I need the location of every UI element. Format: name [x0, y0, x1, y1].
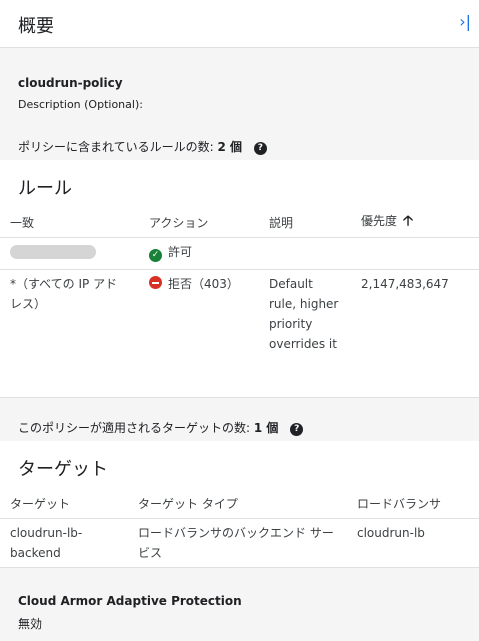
last-page-icon[interactable]: ›| [459, 12, 471, 31]
adaptive-protection-value: 無効 [18, 617, 43, 631]
target-lb-cell: cloudrun-lb [347, 518, 479, 568]
help-icon[interactable]: ? [253, 142, 267, 155]
targets-header-row: ターゲット ターゲット タイプ ロードバランサ [0, 488, 479, 519]
target-type-cell: ロードバランサのバックエンド サービス [128, 518, 347, 568]
column-header-action[interactable]: アクション [139, 207, 259, 238]
rule-action-cell: ✓ 許可 [139, 237, 259, 270]
priority-header-label: 優先度 [361, 214, 398, 228]
rule-description: Default rule, higher priority overrides … [269, 277, 339, 351]
column-header-match[interactable]: 一致 [0, 207, 139, 238]
rule-match-cell: *（すべての IP アドレス） [0, 269, 139, 398]
column-header-description[interactable]: 説明 [259, 207, 351, 238]
rule-match-cell [0, 237, 139, 270]
rule-description-cell [259, 237, 351, 270]
target-name-cell: cloudrun-lb-backend [0, 518, 128, 568]
policy-overview-panel: 概要 ›| cloudrun-policy Description (Optio… [0, 0, 479, 641]
column-header-priority[interactable]: 優先度 🡡 [351, 207, 479, 238]
targets-section-header: ターゲット [0, 441, 479, 489]
adaptive-protection-title: Cloud Armor Adaptive Protection [18, 594, 242, 608]
rules-section-header: ルール [0, 160, 479, 208]
column-header-target[interactable]: ターゲット [0, 488, 128, 519]
rule-description-cell: Default rule, higher priority overrides … [259, 269, 351, 398]
help-icon[interactable]: ? [290, 423, 304, 436]
rule-priority: 2,147,483,647 [361, 277, 449, 291]
target-type: ロードバランサのバックエンド サービス [138, 526, 334, 560]
deny-icon [149, 276, 162, 289]
rules-table: 一致 アクション 説明 優先度 🡡 ✓ 許可 *（すべての IP アドレス） 拒否（… [0, 207, 479, 398]
rules-title: ルール [18, 178, 72, 199]
column-header-target-type[interactable]: ターゲット タイプ [128, 488, 347, 519]
rules-count-label: ポリシーに含まれているルールの数: [18, 140, 214, 154]
targets-count-label: このポリシーが適用されるターゲットの数: [18, 421, 251, 435]
rule-action-cell: 拒否（403） [139, 269, 259, 398]
table-row[interactable]: cloudrun-lb-backend ロードバランサのバックエンド サービス … [0, 518, 479, 568]
panel-header: 概要 ›| [0, 0, 479, 48]
targets-title: ターゲット [18, 459, 108, 480]
targets-count: このポリシーが適用されるターゲットの数: 1 個 ? [18, 419, 304, 436]
targets-table: ターゲット ターゲット タイプ ロードバランサ cloudrun-lb-back… [0, 488, 479, 568]
rule-priority-cell: 2,147,483,647 [351, 269, 479, 398]
check-circle-icon: ✓ [149, 249, 162, 262]
rule-priority-cell [351, 237, 479, 270]
target-load-balancer: cloudrun-lb [357, 526, 425, 540]
rules-count-value: 2 個 [217, 140, 243, 154]
column-header-load-balancer[interactable]: ロードバランサ [347, 488, 479, 519]
targets-count-value: 1 個 [253, 421, 279, 435]
table-row[interactable]: ✓ 許可 [0, 237, 479, 270]
description-label: Description (Optional): [18, 98, 143, 111]
rule-action: 許可 [168, 245, 193, 259]
table-row[interactable]: *（すべての IP アドレス） 拒否（403） Default rule, hi… [0, 269, 479, 398]
rule-match: *（すべての IP アドレス） [10, 277, 118, 311]
rules-header-row: 一致 アクション 説明 優先度 🡡 [0, 207, 479, 238]
rule-action: 拒否（403） [168, 277, 239, 291]
arrow-up-icon[interactable]: 🡡 [403, 213, 413, 229]
policy-name: cloudrun-policy [18, 76, 123, 90]
redacted-match [10, 245, 96, 259]
panel-title: 概要 [18, 16, 54, 37]
rules-count: ポリシーに含まれているルールの数: 2 個 ? [18, 138, 267, 155]
target-name: cloudrun-lb-backend [10, 526, 83, 560]
